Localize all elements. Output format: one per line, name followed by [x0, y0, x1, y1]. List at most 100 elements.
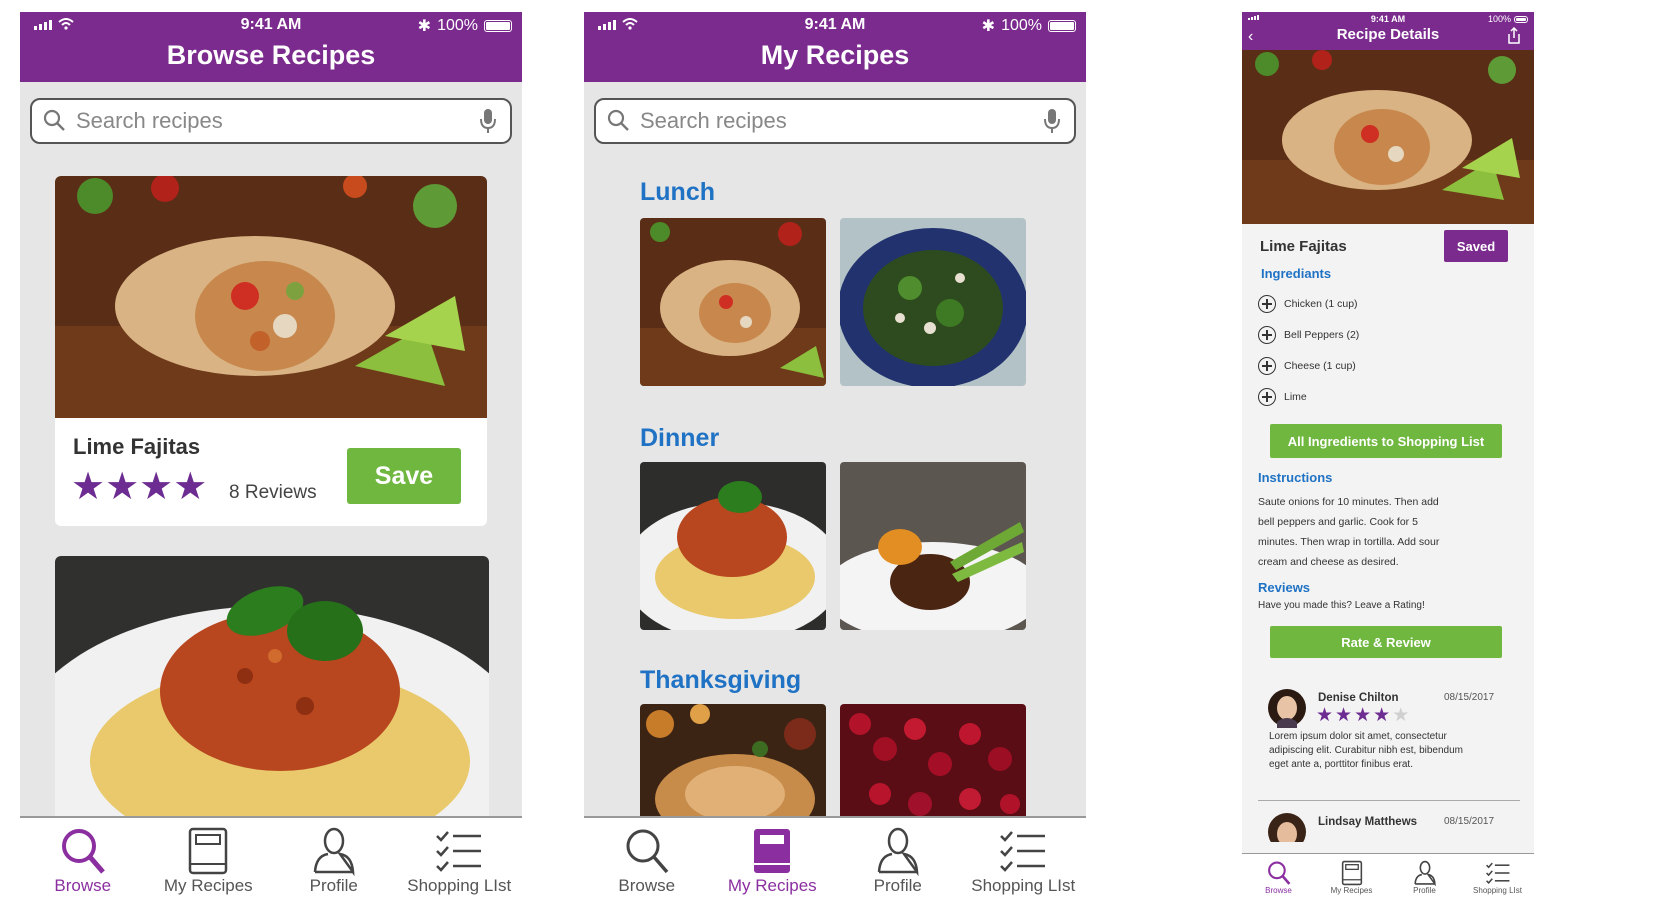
page-title: Recipe Details: [1336, 26, 1440, 43]
recipe-thumb-salad[interactable]: [840, 218, 1026, 386]
person-icon: [877, 827, 919, 876]
tab-my-recipes[interactable]: My Recipes: [146, 818, 272, 904]
review-count[interactable]: 8 Reviews: [229, 482, 317, 504]
ingredient-item[interactable]: Chicken (1 cup): [1258, 295, 1358, 313]
microphone-icon[interactable]: [1040, 107, 1064, 135]
ingredient-label: Bell Peppers (2): [1284, 329, 1360, 341]
rate-review-button[interactable]: Rate & Review: [1270, 626, 1502, 658]
section-title-thanksgiving: Thanksgiving: [640, 666, 802, 694]
battery-icon: [1514, 15, 1528, 23]
recipe-name: Lime Fajitas: [73, 434, 201, 459]
browse-screen: 9:41 AM ✱ 100% Browse Recipes Search rec…: [20, 12, 522, 904]
tab-browse[interactable]: Browse: [20, 818, 146, 904]
battery-icon: [484, 20, 512, 32]
tab-shopping-list[interactable]: Shopping LIst: [1461, 854, 1534, 904]
search-icon: [607, 109, 629, 131]
microphone-icon[interactable]: [476, 107, 500, 135]
tab-profile[interactable]: Profile: [835, 818, 961, 904]
saved-button[interactable]: Saved: [1444, 230, 1508, 262]
app-header: 9:41 AM ✱ 100% My Recipes: [584, 12, 1086, 82]
tab-shopping-list[interactable]: Shopping LIst: [961, 818, 1087, 904]
section-title-lunch: Lunch: [640, 178, 715, 206]
tab-label: My Recipes: [727, 876, 817, 895]
tab-shopping-list[interactable]: Shopping LIst: [397, 818, 523, 904]
star-icon: ★: [105, 466, 140, 508]
status-bar: 9:41 AM ✱ 100%: [20, 12, 522, 38]
plus-icon[interactable]: [1258, 388, 1276, 406]
recipe-thumb-steak[interactable]: [840, 462, 1026, 630]
reviewer-name: Denise Chilton: [1318, 692, 1399, 704]
battery-percent: 100%: [437, 17, 478, 34]
review-date: 08/15/2017: [1444, 692, 1495, 703]
search-input[interactable]: Search recipes: [594, 98, 1076, 144]
search-input[interactable]: Search recipes: [30, 98, 512, 144]
book-icon: [754, 829, 791, 873]
search-icon: [43, 109, 65, 131]
page-title: My Recipes: [760, 40, 910, 70]
review-date: 08/15/2017: [1444, 816, 1495, 827]
divider: [1258, 800, 1520, 801]
person-icon: [1413, 860, 1436, 886]
tab-label: Browse: [618, 876, 676, 895]
recipe-image-fajitas: [55, 176, 487, 418]
checklist-icon: [1000, 831, 1046, 872]
search-icon: [1267, 861, 1290, 885]
tab-label: Browse: [54, 876, 112, 895]
share-icon[interactable]: [1506, 27, 1522, 45]
star-icon: ★: [173, 466, 208, 508]
search-icon: [61, 829, 105, 874]
tab-label: Profile: [1413, 886, 1436, 895]
checklist-icon: [1485, 862, 1509, 885]
tab-my-recipes[interactable]: My Recipes: [1315, 854, 1388, 904]
add-all-ingredients-button[interactable]: All Ingredients to Shopping List: [1270, 424, 1502, 458]
star-icon: ★: [1316, 705, 1334, 726]
recipe-card[interactable]: Lime Fajitas ★ ★ ★ ★ 8 Reviews Save: [55, 176, 487, 526]
section-title-dinner: Dinner: [640, 424, 720, 452]
ingredient-label: Chicken (1 cup): [1284, 298, 1358, 310]
review-stars: ★ ★ ★ ★ ★: [1316, 704, 1409, 727]
tab-bar: Browse My Recipes Profile Shopping LIst: [20, 816, 522, 904]
save-button[interactable]: Save: [347, 448, 461, 504]
bluetooth-icon: ✱: [981, 18, 996, 35]
plus-icon[interactable]: [1258, 326, 1276, 344]
tab-my-recipes[interactable]: My Recipes: [710, 818, 836, 904]
recipe-card[interactable]: [55, 556, 489, 856]
recipe-thumb-fajitas[interactable]: [640, 218, 826, 386]
ingredient-item[interactable]: Cheese (1 cup): [1258, 357, 1356, 375]
ingredient-item[interactable]: Lime: [1258, 388, 1307, 406]
tab-bar: Browse My Recipes Profile Shopping LIst: [584, 816, 1086, 904]
tab-profile[interactable]: Profile: [271, 818, 397, 904]
tab-profile[interactable]: Profile: [1388, 854, 1461, 904]
star-icon: ★: [139, 466, 174, 508]
tab-label: My Recipes: [163, 876, 253, 895]
star-icon: ★: [1373, 705, 1391, 726]
status-bar: 9:41 AM 100%: [1242, 12, 1534, 24]
star-icon: ★: [1335, 705, 1353, 726]
avatar: [1268, 689, 1306, 728]
instructions-title: Instructions: [1258, 470, 1333, 485]
ingredient-item[interactable]: Bell Peppers (2): [1258, 326, 1359, 344]
avatar: [1268, 813, 1306, 842]
my-recipes-screen: 9:41 AM ✱ 100% My Recipes Search recipes…: [584, 12, 1086, 904]
page-title: Browse Recipes: [166, 40, 376, 70]
recipe-thumb-cranberries[interactable]: [840, 704, 1026, 824]
recipe-thumb-spaghetti[interactable]: [640, 462, 826, 630]
recipe-image-spaghetti: [55, 556, 489, 856]
battery-percent: 100%: [1487, 14, 1511, 24]
review-item: Denise Chilton 08/15/2017 ★ ★ ★ ★ ★ Lore…: [1242, 688, 1534, 792]
tab-label: My Recipes: [1330, 886, 1373, 895]
book-icon: [189, 827, 228, 875]
ingredient-label: Cheese (1 cup): [1284, 360, 1356, 372]
tab-bar: Browse My Recipes Profile Shopping LIst: [1242, 853, 1534, 904]
plus-icon[interactable]: [1258, 357, 1276, 375]
tab-label: Browse: [1265, 886, 1292, 895]
recipe-thumb-turkey[interactable]: [640, 704, 826, 824]
person-icon: [313, 827, 355, 876]
plus-icon[interactable]: [1258, 295, 1276, 313]
recipe-name: Lime Fajitas: [1260, 238, 1347, 255]
recipe-details-screen: 9:41 AM 100% ‹ Recipe Details Lime Fajit…: [1242, 12, 1534, 904]
tab-browse[interactable]: Browse: [584, 818, 710, 904]
status-bar: 9:41 AM ✱ 100%: [584, 12, 1086, 38]
search-placeholder: Search recipes: [640, 108, 787, 133]
tab-browse[interactable]: Browse: [1242, 854, 1315, 904]
